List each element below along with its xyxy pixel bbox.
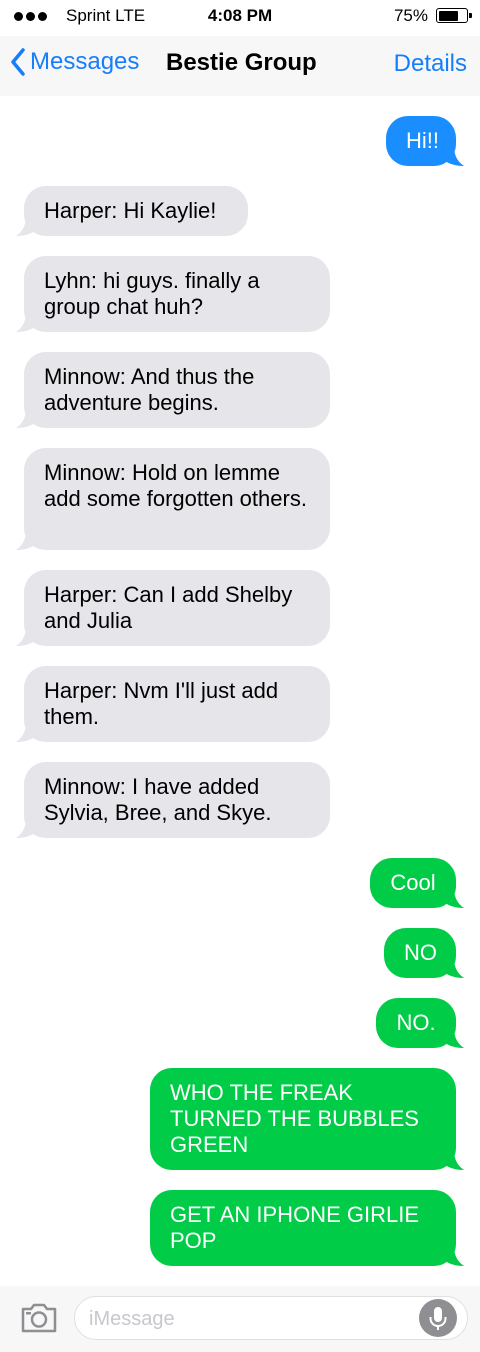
bubble-tail — [16, 626, 38, 646]
bubble-tail — [442, 1150, 464, 1170]
incoming-message-bubble[interactable]: Harper: Hi Kaylie! — [16, 186, 248, 236]
message-text: GET AN IPHONE GIRLIE POP — [170, 1202, 419, 1253]
outgoing-message-bubble[interactable]: NO. — [376, 998, 464, 1048]
battery-percent: 75% — [393, 6, 428, 25]
message-text: WHO THE FREAK TURNED THE BUBBLES GREEN — [170, 1080, 419, 1157]
camera-icon[interactable] — [20, 1303, 58, 1338]
incoming-message-bubble[interactable]: Minnow: Hold on lemme add some forgotten… — [16, 448, 330, 550]
message-text: Minnow: I have added Sylvia, Bree, and S… — [44, 774, 272, 825]
bubble-tail — [16, 530, 38, 550]
outgoing-message-bubble[interactable]: WHO THE FREAK TURNED THE BUBBLES GREEN — [150, 1068, 464, 1170]
chevron-left-icon — [11, 48, 25, 76]
conversation-title: Bestie Group — [166, 49, 317, 76]
imessage-input[interactable]: iMessage — [74, 1296, 468, 1340]
microphone-icon[interactable] — [419, 1299, 457, 1337]
message-text: Harper: Can I add Shelby and Julia — [44, 582, 293, 633]
incoming-message-bubble[interactable]: Harper: Can I add Shelby and Julia — [16, 570, 330, 646]
bubble-tail — [442, 1246, 464, 1266]
message-input-bar: iMessage — [0, 1286, 480, 1352]
message-text: NO. — [396, 1010, 436, 1035]
navigation-bar: Messages Bestie Group Details — [0, 36, 480, 96]
bubble-tail — [442, 958, 464, 978]
bubble-tail — [16, 216, 38, 236]
bubble-tail — [16, 312, 38, 332]
message-text: Lyhn: hi guys. finally a group chat huh? — [44, 268, 260, 319]
bubble-tail — [442, 1028, 464, 1048]
incoming-message-bubble[interactable]: Minnow: I have added Sylvia, Bree, and S… — [16, 762, 330, 838]
bubble-tail — [16, 408, 38, 428]
back-button[interactable]: Messages — [10, 48, 139, 76]
bubble-tail — [442, 146, 464, 166]
incoming-message-bubble[interactable]: Lyhn: hi guys. finally a group chat huh? — [16, 256, 330, 332]
outgoing-message-bubble[interactable]: NO — [384, 928, 464, 978]
incoming-message-bubble[interactable]: Harper: Nvm I'll just add them. — [16, 666, 330, 742]
message-text: NO — [404, 940, 437, 965]
message-text: Harper: Nvm I'll just add them. — [44, 678, 279, 729]
message-text: Hi!! — [406, 128, 439, 153]
outgoing-message-bubble[interactable]: Hi!! — [386, 116, 464, 166]
bubble-tail — [442, 888, 464, 908]
input-placeholder: iMessage — [89, 1308, 175, 1330]
message-text: Minnow: Hold on lemme add some forgotten… — [44, 460, 307, 511]
incoming-message-bubble[interactable]: Minnow: And thus the adventure begins. — [16, 352, 330, 428]
details-button[interactable]: Details — [394, 50, 467, 78]
message-text: Harper: Hi Kaylie! — [44, 198, 217, 223]
outgoing-message-bubble[interactable]: Cool — [370, 858, 464, 908]
outgoing-message-bubble[interactable]: GET AN IPHONE GIRLIE POP — [150, 1190, 464, 1266]
back-button-label: Messages — [30, 48, 140, 75]
battery-icon — [436, 8, 472, 23]
status-bar: Sprint LTE 4:08 PM 75% — [0, 0, 480, 36]
message-text: Cool — [390, 870, 436, 895]
bubble-tail — [16, 722, 38, 742]
bubble-tail — [16, 818, 38, 838]
message-text: Minnow: And thus the adventure begins. — [44, 364, 255, 415]
